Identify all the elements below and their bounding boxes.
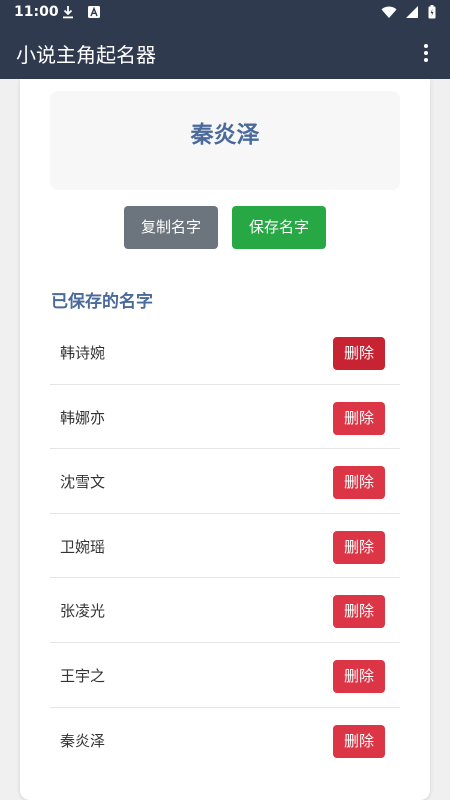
signal-icon	[405, 6, 418, 18]
saved-name-item: 王宇之 删除	[50, 643, 400, 708]
saved-names-heading: 已保存的名字	[51, 292, 153, 312]
delete-button[interactable]: 删除	[333, 530, 385, 564]
status-time: 11:00	[14, 4, 59, 20]
more-vert-icon[interactable]	[412, 38, 440, 68]
copy-name-button[interactable]: 复制名字	[124, 206, 218, 249]
saved-name-item: 张凌光 删除	[50, 578, 400, 643]
delete-button[interactable]: 删除	[333, 659, 385, 693]
status-icons-left	[62, 5, 101, 24]
app-bar: 小说主角起名器	[0, 26, 450, 79]
app-title: 小说主角起名器	[16, 43, 156, 67]
save-name-button[interactable]: 保存名字	[232, 206, 326, 249]
saved-name-item: 沈雪文 删除	[50, 449, 400, 514]
saved-name-item: 韩诗婉 删除	[50, 320, 400, 385]
delete-button[interactable]: 删除	[333, 595, 385, 629]
saved-name-item: 卫婉瑶 删除	[50, 514, 400, 579]
wifi-icon	[381, 6, 397, 18]
delete-button[interactable]: 删除	[333, 401, 385, 435]
battery-icon	[428, 5, 436, 19]
generated-name: 秦炎泽	[190, 122, 260, 148]
saved-name-item: 韩娜亦 删除	[50, 385, 400, 450]
delete-button[interactable]: 删除	[333, 466, 385, 500]
saved-name-label: 秦炎泽	[60, 731, 106, 750]
delete-button[interactable]: 删除	[333, 337, 385, 370]
saved-name-label: 卫婉瑶	[60, 537, 106, 556]
saved-name-item: 秦炎泽 删除	[50, 708, 400, 773]
delete-button[interactable]: 删除	[333, 724, 385, 758]
saved-names-list: 韩诗婉 删除 韩娜亦 删除 沈雪文 删除 卫婉瑶 删除 张凌光 删除 王宇之 删…	[50, 320, 400, 772]
download-icon	[63, 6, 73, 19]
generated-name-box: 秦炎泽	[50, 91, 400, 190]
saved-name-label: 张凌光	[60, 602, 106, 621]
saved-name-label: 王宇之	[60, 666, 106, 685]
font-icon	[88, 6, 101, 18]
saved-name-label: 韩诗婉	[60, 344, 106, 362]
saved-name-label: 韩娜亦	[60, 408, 106, 427]
saved-name-label: 沈雪文	[60, 473, 106, 492]
status-bar: 11:00	[0, 0, 450, 26]
status-icons-right	[381, 5, 436, 24]
